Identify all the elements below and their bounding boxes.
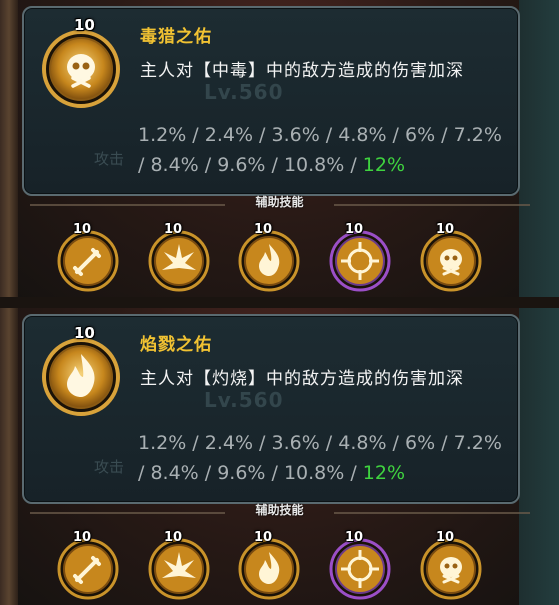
background-attack-text: 攻击 — [94, 458, 125, 476]
skill-level-badge: 10 — [436, 222, 455, 237]
burst-icon — [148, 538, 210, 600]
support-skill-slot[interactable]: 10 — [148, 222, 210, 292]
background-attack-text: 攻击 — [94, 150, 125, 168]
support-skill-slot[interactable]: 10 — [329, 222, 391, 292]
crosshair-icon — [329, 230, 391, 292]
skill-level-badge: 10 — [345, 222, 364, 237]
section-label-support-skills: 辅助技能 — [255, 195, 304, 209]
panel-divider — [0, 297, 559, 308]
skill-description: 主人对【中毒】中的敌方造成的伤害加深 — [140, 61, 464, 81]
current-value: 12% — [362, 462, 406, 484]
skill-level-badge: 10 — [254, 530, 273, 545]
support-skill-slot[interactable]: 10 — [420, 222, 482, 292]
skill-level-badge: 10 — [164, 530, 183, 545]
support-skill-slot[interactable]: 10 — [238, 530, 300, 600]
skill-level-badge: 10 — [74, 16, 95, 34]
poison-skull-icon — [42, 30, 120, 108]
background-edge — [519, 0, 559, 297]
burst-icon — [148, 230, 210, 292]
background-edge — [0, 0, 18, 297]
crosshair-icon — [329, 538, 391, 600]
skill-values-line2: / 8.4% / 9.6% / 10.8% / — [138, 462, 363, 484]
support-skill-slot[interactable]: 10 — [57, 530, 119, 600]
skill-title: 毒猎之佑 — [140, 27, 212, 47]
skill-level-badge: 10 — [73, 222, 92, 237]
skill-description: 主人对【灼烧】中的敌方造成的伤害加深 — [140, 369, 464, 389]
skill-level-badge: 10 — [254, 222, 273, 237]
flame-icon — [238, 230, 300, 292]
skill-values-line2: / 8.4% / 9.6% / 10.8% / — [138, 154, 363, 176]
sword-icon — [57, 538, 119, 600]
sword-icon — [57, 230, 119, 292]
flame-icon — [42, 338, 120, 416]
poison-skull-icon — [420, 538, 482, 600]
skill-level-badge: 10 — [73, 530, 92, 545]
background-edge — [519, 308, 559, 605]
skill-panel-flame: Lv.560 攻击 10 焰戮之佑 主人对【灼烧】中的敌方造成的伤害加深 1.2… — [0, 308, 559, 605]
skill-values-line1: 1.2% / 2.4% / 3.6% / 4.8% / 6% / 7.2% — [138, 432, 502, 454]
skill-tooltip: Lv.560 攻击 10 焰戮之佑 主人对【灼烧】中的敌方造成的伤害加深 1.2… — [22, 314, 520, 504]
skill-level-badge: 10 — [436, 530, 455, 545]
support-skill-slot[interactable]: 10 — [420, 530, 482, 600]
skill-values: 1.2% / 2.4% / 3.6% / 4.8% / 6% / 7.2% / … — [138, 428, 513, 488]
skill-values: 1.2% / 2.4% / 3.6% / 4.8% / 6% / 7.2% / … — [138, 120, 513, 180]
support-skill-slot[interactable]: 10 — [148, 530, 210, 600]
skill-level-badge: 10 — [74, 324, 95, 342]
flame-icon — [238, 538, 300, 600]
background-edge — [0, 308, 18, 605]
poison-skull-icon — [420, 230, 482, 292]
support-skill-slot[interactable]: 10 — [238, 222, 300, 292]
skill-level-badge: 10 — [164, 222, 183, 237]
section-label-support-skills: 辅助技能 — [255, 503, 304, 517]
support-skill-slot[interactable]: 10 — [329, 530, 391, 600]
skill-values-line1: 1.2% / 2.4% / 3.6% / 4.8% / 6% / 7.2% — [138, 124, 502, 146]
support-skill-slot[interactable]: 10 — [57, 222, 119, 292]
skill-panel-poison: Lv.560 攻击 10 毒猎之佑 主人对【中毒】中的敌方造成的伤害加深 1.2… — [0, 0, 559, 297]
current-value: 12% — [362, 154, 406, 176]
skill-level-badge: 10 — [345, 530, 364, 545]
skill-tooltip: Lv.560 攻击 10 毒猎之佑 主人对【中毒】中的敌方造成的伤害加深 1.2… — [22, 6, 520, 196]
skill-title: 焰戮之佑 — [140, 335, 212, 355]
